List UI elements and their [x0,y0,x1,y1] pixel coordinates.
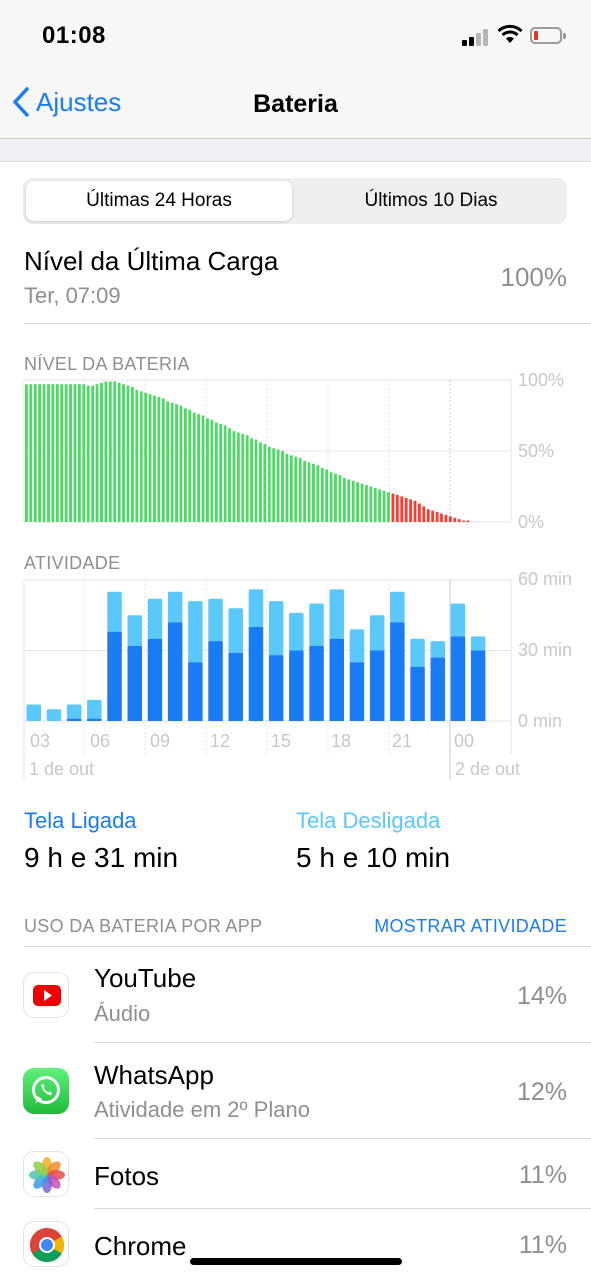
youtube-icon [23,972,69,1018]
app-name: Chrome [94,1231,187,1261]
x-tick-12: 12 [210,731,231,751]
chrome-icon [23,1221,69,1267]
activity-bar-screen-on [66,718,82,721]
x-tick-03: 03 [30,731,51,751]
activity-bar-screen-on [87,718,102,721]
date-end-label: 2 de out [455,759,521,779]
app-percentage: 11% [518,1161,567,1189]
activity-bar-screen-on [188,662,203,721]
activity-y-tick-60: 60 min [518,569,573,589]
activity-bar-screen-on [369,650,385,721]
activity-bar-screen-off [26,704,41,721]
activity-bar-screen-off [188,601,203,663]
x-tick-15: 15 [271,731,292,751]
activity-bar-screen-off [410,638,425,667]
activity-bar-screen-on [147,638,163,721]
app-name: Fotos [94,1161,160,1191]
activity-bar-screen-on [430,657,445,721]
app-name: YouTube [94,963,197,993]
activity-bar-screen-off [228,608,243,653]
activity-bar-screen-on [390,622,405,721]
show-activity-button[interactable]: MOSTRAR ATIVIDADE [374,916,567,937]
app-row-photos[interactable]: Fotos 11% [0,1139,591,1209]
app-name: WhatsApp [94,1060,214,1090]
app-percentage: 11% [518,1231,567,1259]
x-tick-21: 21 [392,731,413,751]
activity-bar-screen-on [228,652,243,721]
activity-bar-screen-off [430,641,445,658]
activity-bar-screen-on [309,645,324,721]
activity-bar-screen-off [450,603,466,637]
activity-bar-screen-on [349,662,365,721]
activity-bar-screen-off [248,589,264,627]
photos-icon [23,1151,69,1197]
activity-chart[interactable] [0,0,591,800]
activity-bar-screen-on [127,645,142,721]
activity-bar-screen-off [87,699,102,719]
screen-on-label: Tela Ligada [24,808,137,833]
activity-bar-screen-off [127,615,142,646]
x-tick-00: 00 [454,731,475,751]
screen-off-value: 5 h e 10 min [296,842,451,873]
activity-bar-screen-off [147,598,163,639]
activity-bar-screen-off [66,704,82,719]
whatsapp-icon [23,1068,69,1114]
x-tick-06: 06 [90,731,111,751]
x-tick-09: 09 [150,731,171,751]
activity-bar-screen-on [289,650,304,721]
activity-bar-screen-off [390,591,405,623]
screen-off-label: Tela Desligada [296,808,441,833]
activity-bar-screen-off [208,598,223,642]
app-percentage: 14% [516,982,567,1010]
activity-bar-screen-off [470,636,486,651]
activity-bar-screen-on [208,641,223,721]
activity-bar-screen-off [46,709,62,721]
activity-bar-screen-on [470,650,486,721]
activity-bar-screen-on [167,622,183,721]
app-row-chrome[interactable]: Chrome 11% [0,1209,591,1279]
activity-bar-screen-on [329,638,344,721]
app-row-whatsapp[interactable]: WhatsApp Atividade em 2º Plano 12% [0,1043,591,1139]
activity-bar-screen-off [268,601,284,656]
activity-bar-screen-on [450,636,466,721]
usage-by-app-header: USO DA BATERIA POR APP [24,916,263,936]
activity-bar-screen-on [248,627,264,721]
activity-bar-screen-on [107,631,122,721]
activity-bar-screen-on [410,666,425,721]
activity-y-tick-30: 30 min [518,640,573,660]
x-tick-18: 18 [331,731,352,751]
home-indicator [190,1258,402,1265]
activity-bar-screen-off [309,603,324,646]
app-activity: Atividade em 2º Plano [94,1097,310,1122]
activity-bar-screen-off [369,615,385,651]
app-activity: Áudio [94,1001,151,1026]
activity-bar-screen-off [329,589,344,639]
divider [24,946,591,947]
activity-bar-screen-off [167,591,183,623]
activity-bar-screen-on [268,655,284,721]
app-percentage: 12% [516,1078,567,1106]
activity-bar-screen-off [289,612,304,651]
activity-bar-screen-off [107,591,122,632]
screen-on-value: 9 h e 31 min [24,842,179,873]
activity-y-tick-0: 0 min [518,711,563,731]
app-row-youtube[interactable]: YouTube Áudio 14% [0,948,591,1043]
date-start-label: 1 de out [29,759,95,779]
activity-bar-screen-off [349,629,365,663]
